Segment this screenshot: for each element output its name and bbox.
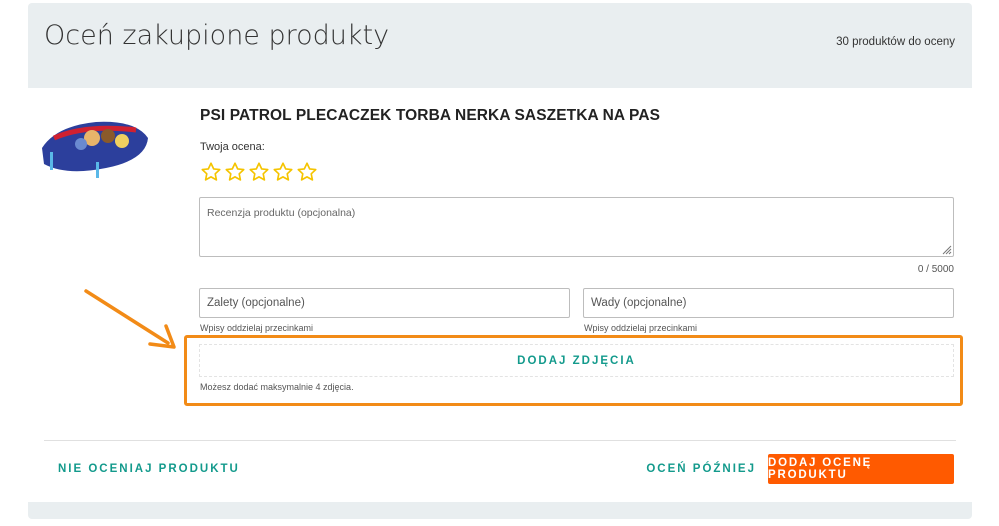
star-rating[interactable] xyxy=(200,161,318,183)
skip-product-button[interactable]: NIE OCENIAJ PRODUKTU xyxy=(58,463,240,475)
rate-later-button[interactable]: OCEŃ PÓŹNIEJ xyxy=(646,463,756,475)
star-5-icon[interactable] xyxy=(296,161,318,183)
pros-hint: Wpisy oddzielaj przecinkami xyxy=(200,323,314,333)
annotation-arrow-icon xyxy=(84,289,176,349)
cons-placeholder: Wady (opcjonalne) xyxy=(591,297,687,309)
pros-placeholder: Zalety (opcjonalne) xyxy=(207,297,305,309)
pros-field[interactable]: Zalety (opcjonalne) xyxy=(199,288,570,318)
star-2-icon[interactable] xyxy=(224,161,246,183)
annotation-highlight-box xyxy=(184,335,963,406)
review-textarea[interactable]: Recenzja produktu (opcjonalna) xyxy=(199,197,954,257)
footer-divider xyxy=(44,440,956,441)
rating-label: Twoja ocena: xyxy=(200,141,265,153)
cons-hint: Wpisy oddzielaj przecinkami xyxy=(584,323,698,333)
page-title: Oceń zakupione produkty xyxy=(44,20,390,51)
star-3-icon[interactable] xyxy=(248,161,270,183)
star-1-icon[interactable] xyxy=(200,161,222,183)
cons-field[interactable]: Wady (opcjonalne) xyxy=(583,288,954,318)
review-placeholder: Recenzja produktu (opcjonalna) xyxy=(207,207,356,219)
review-char-count: 0 / 5000 xyxy=(917,264,954,275)
resize-handle-icon[interactable] xyxy=(942,245,952,255)
products-count: 30 produktów do oceny xyxy=(836,36,955,48)
product-thumbnail xyxy=(42,121,148,178)
screenshot-frame: Oceń zakupione produkty 30 produktów do … xyxy=(0,0,999,526)
submit-review-button[interactable]: DODAJ OCENĘ PRODUKTU xyxy=(768,454,954,484)
product-name: PSI PATROL PLECACZEK TORBA NERKA SASZETK… xyxy=(200,107,661,124)
star-4-icon[interactable] xyxy=(272,161,294,183)
